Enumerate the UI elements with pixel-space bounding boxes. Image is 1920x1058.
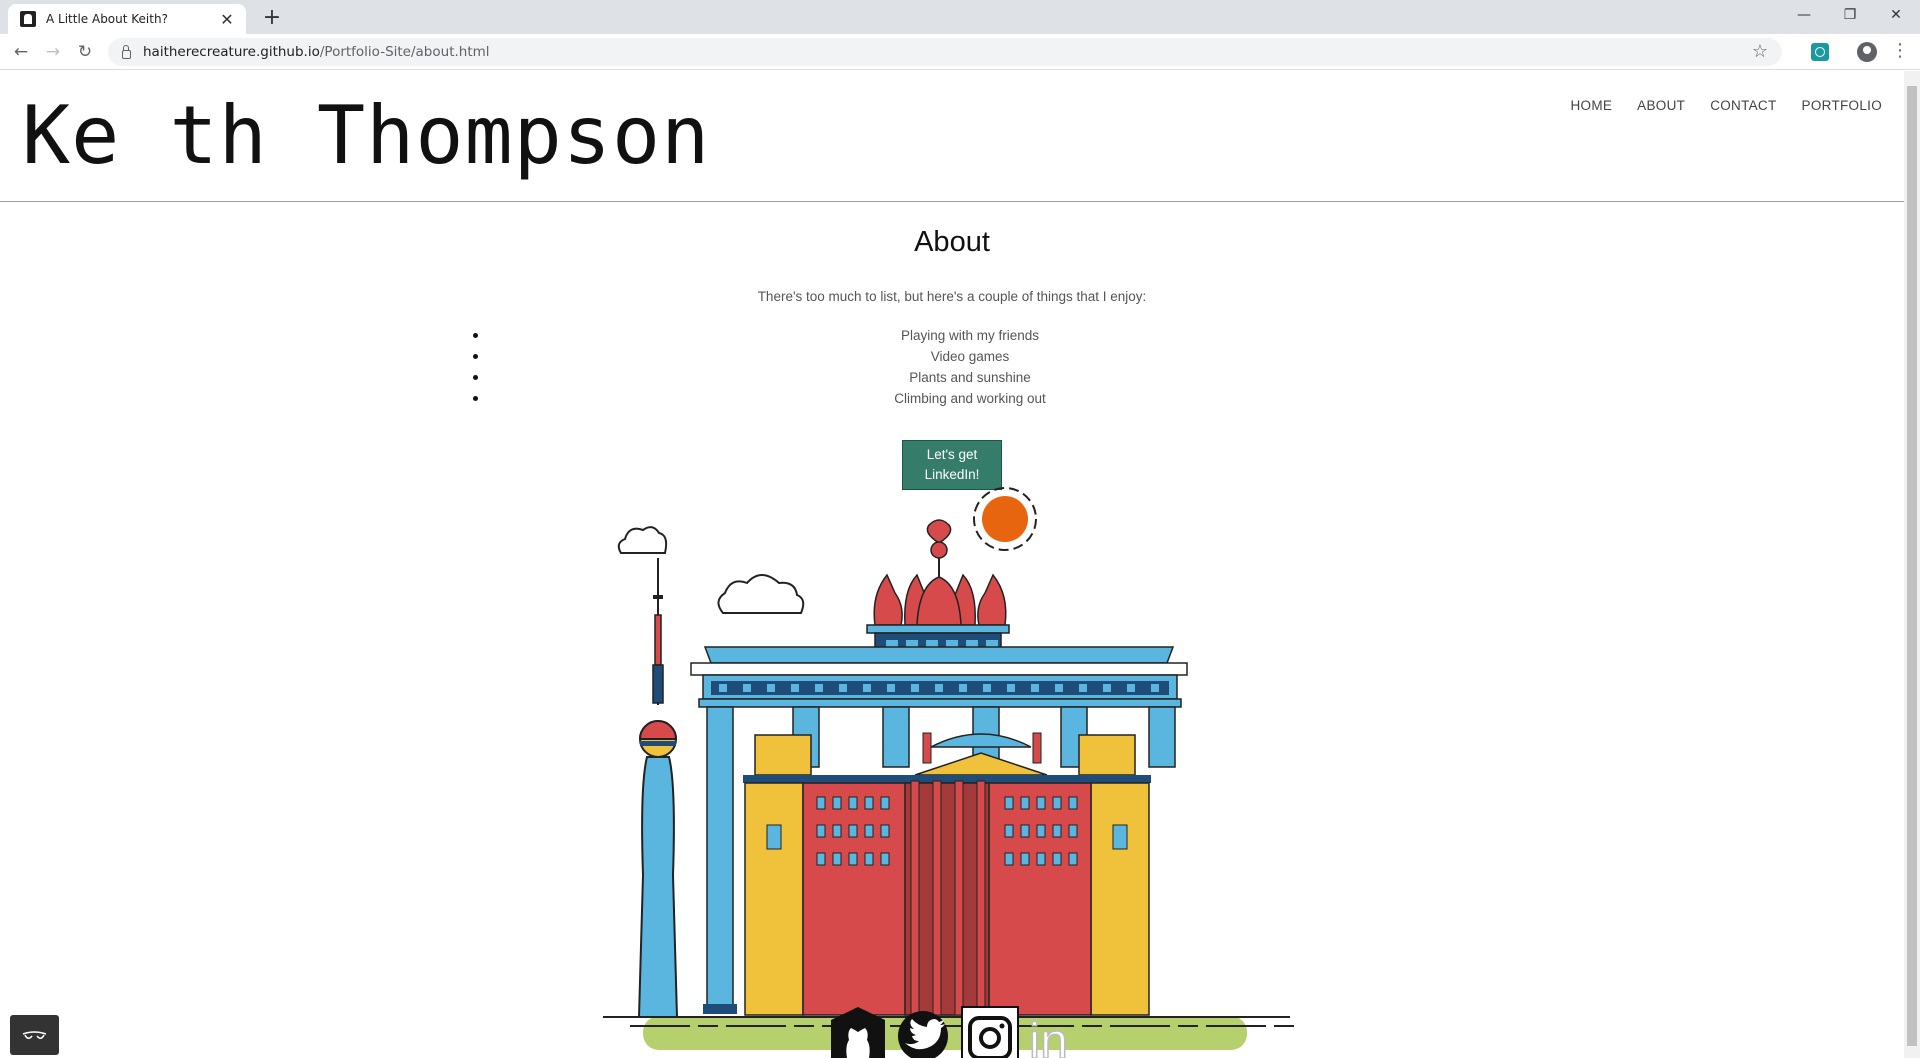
reichstag — [743, 732, 1151, 1016]
twitter-icon[interactable] — [895, 1006, 953, 1058]
reload-icon[interactable]: ↻ — [73, 40, 97, 64]
glasses-icon — [22, 1031, 47, 1039]
linkedin-icon-text: in — [1029, 1013, 1068, 1058]
cloud-icon — [717, 574, 805, 614]
nav-home-link[interactable]: HOME — [1570, 98, 1612, 113]
kebab-menu-icon[interactable]: ⋮ — [1890, 40, 1910, 64]
address-bar[interactable]: haitherecreature.github.io/Portfolio-Sit… — [108, 38, 1782, 66]
back-arrow-icon[interactable]: ← — [9, 40, 33, 64]
url-text: haitherecreature.github.io/Portfolio-Sit… — [143, 44, 490, 60]
list-item: Video games — [470, 346, 1470, 367]
quadriga — [873, 519, 1007, 635]
social-links: in — [829, 1006, 1085, 1058]
list-item: Playing with my friends — [470, 325, 1470, 346]
extension-icon[interactable] — [1811, 43, 1829, 61]
lock-icon[interactable] — [122, 44, 131, 59]
page-scrollbar[interactable] — [1904, 71, 1920, 1058]
scrollbar-thumb[interactable] — [1907, 86, 1917, 1046]
accessibility-widget-button[interactable] — [10, 1015, 59, 1055]
browser-tab[interactable]: A Little About Keith? ✕ — [8, 4, 246, 34]
instagram-icon[interactable] — [961, 1006, 1019, 1058]
site-logo[interactable]: Ke th Thompson — [22, 89, 710, 182]
browser-tab-strip: A Little About Keith? ✕ + — ❐ ✕ — [0, 0, 1920, 34]
nav-about-link[interactable]: ABOUT — [1637, 98, 1685, 113]
browser-toolbar: ← → ↻ haitherecreature.github.io/Portfol… — [0, 34, 1920, 70]
linkedin-button[interactable]: Let's get LinkedIn! — [902, 440, 1002, 490]
bookmark-star-icon[interactable]: ☆ — [1752, 41, 1768, 62]
about-intro: There's too much to list, but here's a c… — [757, 289, 1147, 304]
minimize-window-icon[interactable]: — — [1781, 0, 1827, 30]
new-tab-button[interactable]: + — [258, 4, 286, 32]
tab-title: A Little About Keith? — [46, 12, 168, 26]
site-header: Ke th Thompson HOME ABOUT CONTACT PORTFO… — [0, 71, 1904, 202]
linkedin-icon[interactable]: in — [1027, 1006, 1085, 1058]
restore-window-icon[interactable]: ❐ — [1827, 0, 1873, 30]
nav-portfolio-link[interactable]: PORTFOLIO — [1802, 98, 1882, 113]
site-favicon-icon — [20, 11, 36, 27]
forward-arrow-icon[interactable]: → — [41, 40, 65, 64]
cloud-icon — [617, 526, 668, 554]
tv-tower — [637, 558, 679, 1018]
profile-avatar-icon[interactable] — [1857, 42, 1877, 62]
enjoy-list: Playing with my friends Video games Plan… — [470, 325, 1470, 409]
page-viewport: Ke th Thompson HOME ABOUT CONTACT PORTFO… — [0, 71, 1904, 1058]
berlin-illustration — [603, 487, 1295, 1050]
list-item: Plants and sunshine — [470, 367, 1470, 388]
main-nav: HOME ABOUT CONTACT PORTFOLIO — [1570, 98, 1882, 113]
sun-icon — [973, 487, 1037, 551]
close-window-icon[interactable]: ✕ — [1873, 0, 1919, 30]
close-tab-icon[interactable]: ✕ — [218, 10, 236, 29]
nav-contact-link[interactable]: CONTACT — [1710, 98, 1776, 113]
list-item: Climbing and working out — [470, 388, 1470, 409]
github-icon[interactable] — [829, 1006, 887, 1058]
page-title: About — [914, 226, 990, 258]
